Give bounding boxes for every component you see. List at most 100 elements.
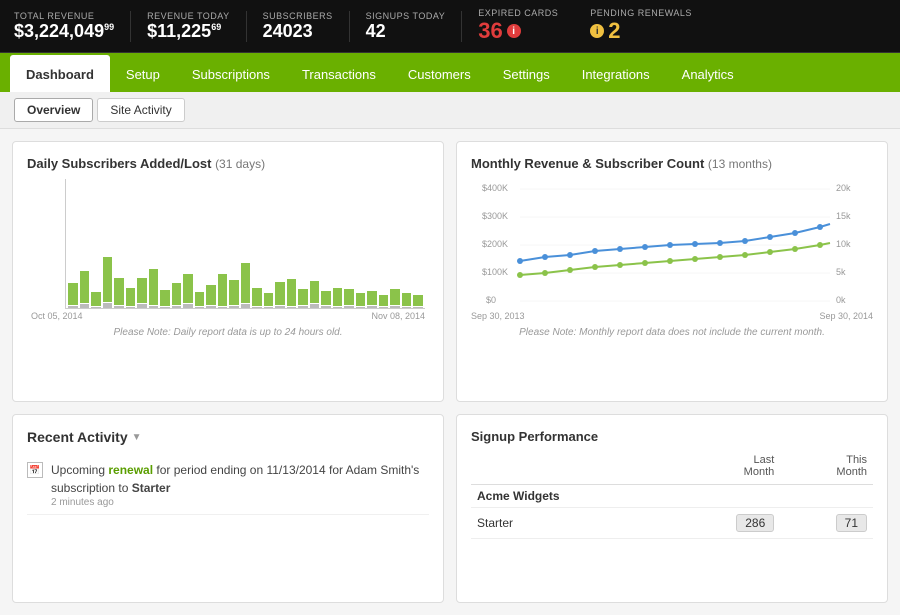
activity-calendar-icon: 📅 — [27, 462, 43, 478]
bar-negative — [252, 307, 262, 308]
daily-subscribers-title: Daily Subscribers Added/Lost (31 days) — [27, 156, 429, 171]
bar-positive — [367, 291, 377, 305]
monthly-revenue-title: Monthly Revenue & Subscriber Count (13 m… — [471, 156, 873, 171]
bar-negative — [149, 306, 159, 308]
bar-negative — [195, 307, 205, 308]
col-this-month: ThisMonth — [780, 452, 873, 485]
bar-group — [103, 188, 113, 308]
svg-text:$200K: $200K — [482, 239, 508, 249]
total-revenue-label: TOTAL REVENUE — [14, 11, 114, 21]
bar-positive — [344, 289, 354, 305]
signup-table: LastMonth ThisMonth Acme Widgets Starter… — [471, 452, 873, 539]
tab-analytics[interactable]: Analytics — [666, 57, 750, 92]
line-chart: $400K $300K $200K $100K $0 20k 15k 10k 5… — [471, 179, 873, 309]
signups-today-value: 42 — [366, 21, 446, 42]
nav-bar: Dashboard Setup Subscriptions Transactio… — [0, 53, 900, 92]
bar-negative — [91, 307, 101, 308]
bar-positive — [137, 278, 147, 303]
bar-group — [287, 188, 297, 308]
bar-positive — [149, 269, 159, 305]
bar-positive — [206, 285, 216, 305]
bar-group — [310, 188, 320, 308]
bar-positive — [310, 281, 320, 303]
bar-negative — [275, 306, 285, 308]
tab-integrations[interactable]: Integrations — [566, 57, 666, 92]
renewal-link[interactable]: renewal — [108, 463, 153, 477]
bar-positive — [126, 288, 136, 306]
tab-settings[interactable]: Settings — [487, 57, 566, 92]
recent-activity-chevron[interactable]: ▼ — [132, 432, 142, 443]
bar-positive — [252, 288, 262, 306]
revenue-today-stat: REVENUE TODAY $11,22569 — [147, 11, 247, 42]
sub-nav: Overview Site Activity — [0, 92, 900, 129]
activity-item: 📅 Upcoming renewal for period ending on … — [27, 455, 429, 515]
bar-chart-dates: Oct 05, 2014 Nov 08, 2014 — [27, 311, 429, 321]
bar-negative — [241, 304, 251, 308]
signups-today-stat: SIGNUPS TODAY 42 — [366, 11, 463, 42]
expired-cards-label: EXPIRED CARDS — [478, 8, 558, 18]
tab-setup[interactable]: Setup — [110, 57, 176, 92]
bar-positive — [103, 257, 113, 302]
signup-performance-card: Signup Performance LastMonth ThisMonth A… — [456, 414, 888, 603]
daily-chart-note: Please Note: Daily report data is up to … — [27, 327, 429, 338]
bar-positive — [160, 290, 170, 306]
bar-group — [275, 188, 285, 308]
activity-text: Upcoming renewal for period ending on 11… — [51, 461, 429, 497]
signup-performance-title: Signup Performance — [471, 429, 873, 444]
bar-positive — [183, 274, 193, 303]
last-month-badge[interactable]: 286 — [736, 514, 774, 532]
bar-negative — [68, 306, 78, 308]
recent-activity-title: Recent Activity ▼ — [27, 429, 429, 445]
bar-chart — [65, 179, 425, 309]
bar-positive — [80, 271, 90, 303]
bar-group — [379, 188, 389, 308]
bar-group — [172, 188, 182, 308]
bar-group — [91, 188, 101, 308]
svg-text:20k: 20k — [836, 183, 851, 193]
bar-positive — [390, 289, 400, 305]
svg-text:$100K: $100K — [482, 267, 508, 277]
expired-cards-stat: EXPIRED CARDS 36 i — [478, 8, 574, 44]
pending-renewals-icon[interactable]: i — [590, 24, 604, 38]
bar-negative — [103, 303, 113, 308]
subtab-site-activity[interactable]: Site Activity — [97, 98, 184, 122]
recent-activity-card: Recent Activity ▼ 📅 Upcoming renewal for… — [12, 414, 444, 603]
bar-group — [206, 188, 216, 308]
expired-cards-value: 36 — [478, 18, 502, 44]
tab-subscriptions[interactable]: Subscriptions — [176, 57, 286, 92]
pending-renewals-label: PENDING RENEWALS — [590, 8, 692, 18]
bar-negative — [264, 307, 274, 308]
bar-negative — [218, 307, 228, 308]
bar-positive — [287, 279, 297, 306]
bar-group — [218, 188, 228, 308]
bar-negative — [413, 307, 423, 308]
subtab-overview[interactable]: Overview — [14, 98, 93, 122]
bar-positive — [321, 291, 331, 305]
bar-group — [402, 188, 412, 308]
pending-renewals-stat: PENDING RENEWALS i 2 — [590, 8, 708, 44]
this-month-value: 71 — [780, 508, 873, 539]
bar-negative — [344, 306, 354, 308]
tab-dashboard[interactable]: Dashboard — [10, 55, 110, 92]
bar-negative — [356, 307, 366, 308]
bar-negative — [172, 306, 182, 308]
tab-transactions[interactable]: Transactions — [286, 57, 392, 92]
bar-negative — [390, 306, 400, 308]
expired-cards-icon[interactable]: i — [507, 24, 521, 38]
bar-group — [114, 188, 124, 308]
bar-group — [149, 188, 159, 308]
bar-positive — [91, 292, 101, 306]
bar-group — [333, 188, 343, 308]
pending-renewals-value: 2 — [608, 18, 620, 44]
monthly-revenue-card: Monthly Revenue & Subscriber Count (13 m… — [456, 141, 888, 402]
this-month-badge[interactable]: 71 — [836, 514, 867, 532]
bar-group — [298, 188, 308, 308]
revenue-today-label: REVENUE TODAY — [147, 11, 230, 21]
revenue-today-value: $11,22569 — [147, 21, 230, 42]
col-last-month: LastMonth — [673, 452, 780, 485]
bar-group — [80, 188, 90, 308]
tab-customers[interactable]: Customers — [392, 57, 487, 92]
bar-group — [390, 188, 400, 308]
bar-negative — [137, 304, 147, 308]
svg-text:$0: $0 — [486, 295, 496, 305]
